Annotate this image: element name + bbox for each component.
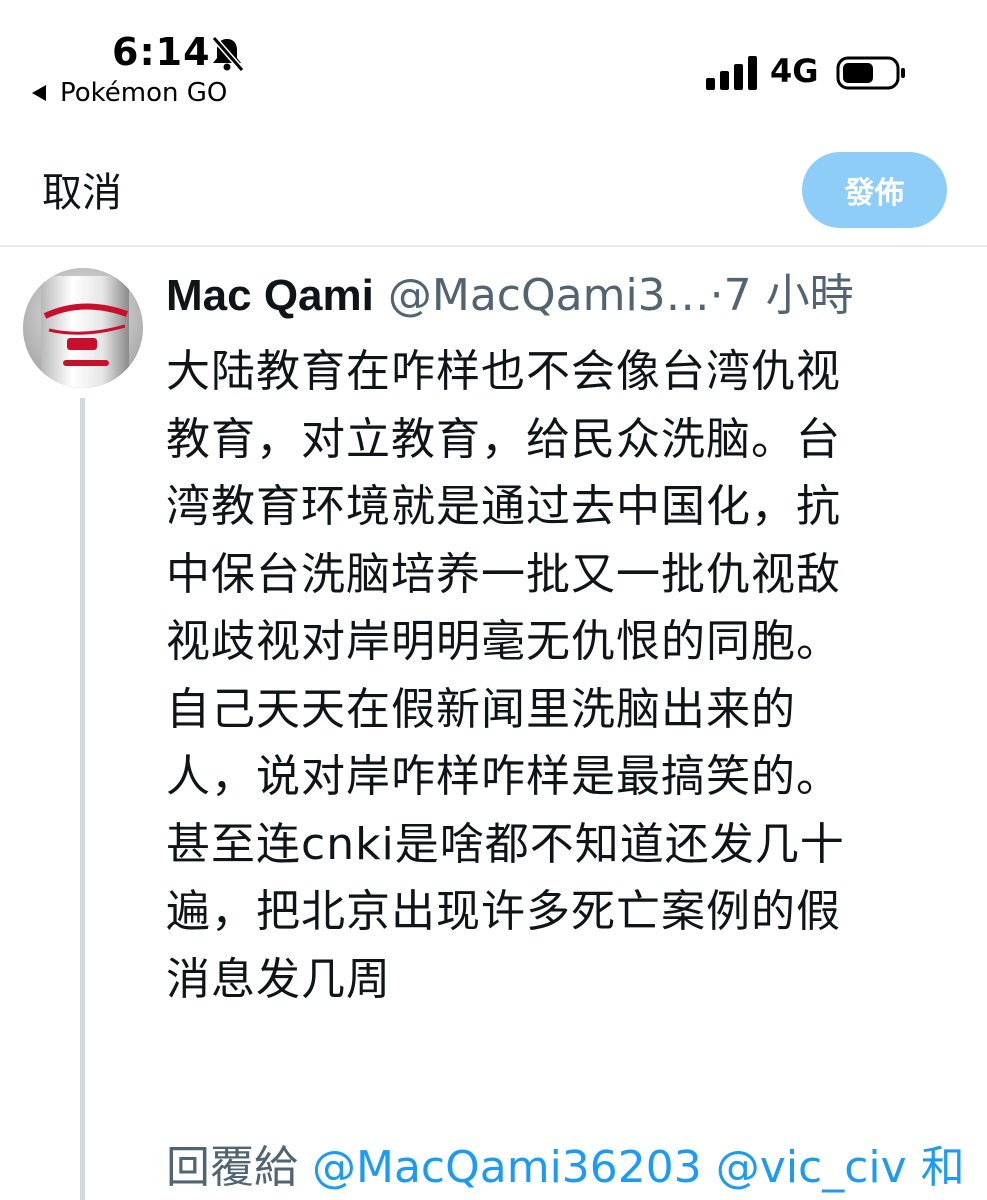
back-to-app-link[interactable]: Pokémon GO xyxy=(32,78,227,108)
tweet-text: 大陆教育在咋样也不会像台湾仇视 教育，对立教育，给民众洗脑。台 湾教育环境就是通… xyxy=(166,338,966,1013)
tweet-text-line: 中保台洗脑培养一批又一批仇视敌 xyxy=(166,548,841,600)
tweet-timestamp: 7 小時 xyxy=(723,270,854,321)
avatar-can-image xyxy=(23,268,143,388)
author-handle[interactable]: @MacQami3… xyxy=(388,270,710,321)
separator-dot: · xyxy=(709,270,724,321)
back-arrow-icon xyxy=(32,85,46,101)
tweet-text-line: 消息发几周 xyxy=(166,953,391,1005)
thread-connector-line xyxy=(80,398,85,1200)
network-type: 4G xyxy=(770,52,819,90)
tweet-text-line: 视歧视对岸明明毫无仇恨的同胞。 xyxy=(166,616,841,667)
tweet-header: Mac Qami @MacQami3…·7 小時 xyxy=(166,266,966,326)
compose-reply-screen: 6:14 Pokémon GO 4G 取消 發佈 Mac Qami @MacQa… xyxy=(0,0,987,1200)
replying-to: 回覆給 @MacQami36203 @vic_civ 和 xyxy=(166,1138,966,1198)
tweet-text-line: 人，说对岸咋样咋样是最搞笑的。 xyxy=(166,751,841,802)
reply-mention-link[interactable]: @MacQami36203 xyxy=(312,1142,702,1193)
tweet-text-line: 遍，把北京出现许多死亡案例的假 xyxy=(166,886,841,937)
cancel-button[interactable]: 取消 xyxy=(42,160,122,218)
tweet-text-line: 大陆教育在咋样也不会像台湾仇视 xyxy=(166,346,841,397)
status-time: 6:14 xyxy=(112,30,211,74)
author-name[interactable]: Mac Qami xyxy=(166,271,374,320)
bell-slash-icon xyxy=(211,36,245,72)
header-divider xyxy=(0,245,987,247)
tweet-text-line: 教育，对立教育，给民众洗脑。台 xyxy=(166,413,841,465)
cellular-signal-icon xyxy=(706,56,757,90)
tweet-text-line: 自己天天在假新闻里洗脑出来的 xyxy=(166,683,796,735)
post-button[interactable]: 發佈 xyxy=(802,152,947,228)
tweet-text-line: 甚至连cnki是啥都不知道还发几十 xyxy=(166,818,845,870)
battery-icon xyxy=(836,56,905,90)
reply-mention-link[interactable]: @vic_civ xyxy=(716,1142,907,1193)
reply-more-link[interactable]: 和 xyxy=(921,1142,965,1193)
back-app-label: Pokémon GO xyxy=(60,78,228,108)
tweet-text-line: 湾教育环境就是通过去中国化，抗 xyxy=(166,481,841,532)
reply-prefix: 回覆給 xyxy=(166,1142,298,1193)
avatar[interactable] xyxy=(23,268,143,388)
